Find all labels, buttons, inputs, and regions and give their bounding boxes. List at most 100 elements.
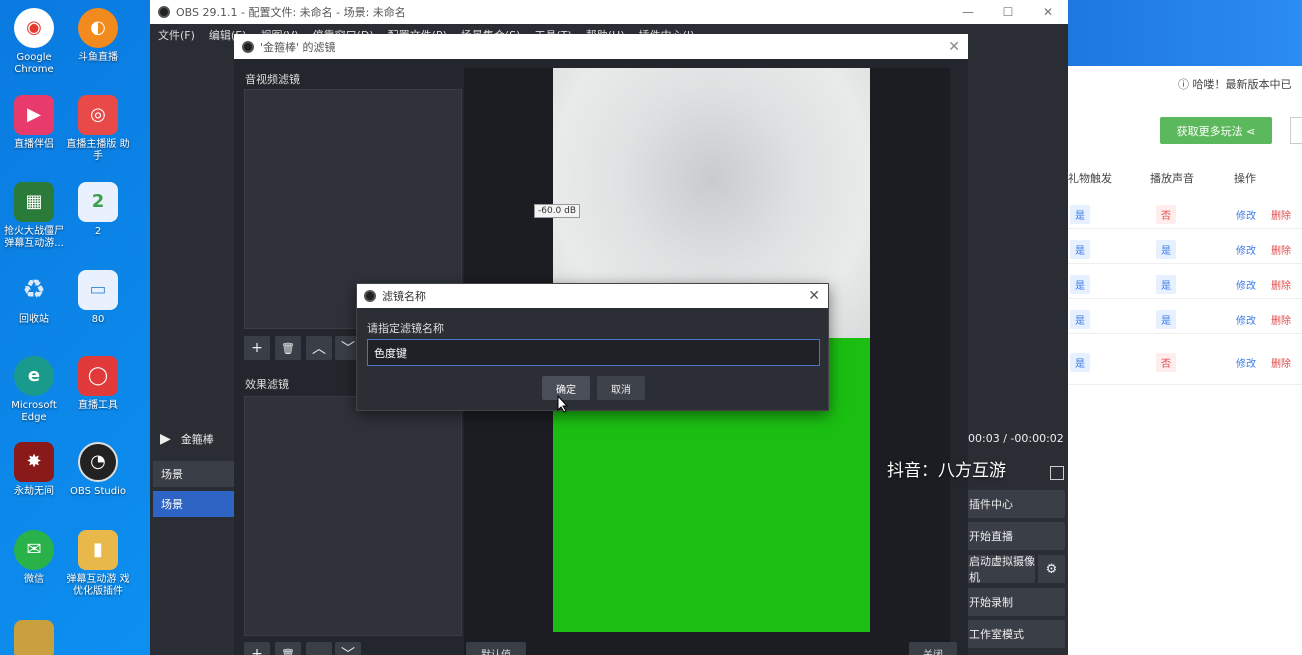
edit-link[interactable]: 修改: [1236, 312, 1256, 327]
get-more-button[interactable]: 获取更多玩法 ⋖: [1160, 117, 1272, 144]
desktop-icon-naraka[interactable]: ✸ 永劫无间: [0, 442, 68, 498]
desktop-icon-plugin-folder[interactable]: ▮ 弹幕互动游 戏优化版插件: [64, 530, 132, 598]
plugin-center-button[interactable]: 插件中心: [965, 490, 1065, 518]
live-tool-icon: ◯: [78, 356, 118, 396]
version-notice: ⓘ 哈喽！最新版本中已: [1178, 78, 1292, 91]
volume-db-label: -60.0 dB: [534, 204, 581, 218]
edit-link[interactable]: 修改: [1236, 355, 1256, 370]
audio-video-filters-label: 音视频滤镜: [245, 73, 300, 86]
naraka-icon: ✸: [14, 442, 54, 482]
desktop-icon-anchor-assistant[interactable]: ◎ 直播主播版 助手: [64, 95, 132, 163]
move-up-button[interactable]: ︿: [306, 336, 332, 360]
file-icon: 2: [78, 182, 118, 222]
dialog-title: 滤镜名称: [382, 290, 426, 303]
desktop-icon-wechat[interactable]: ✉ 微信: [0, 530, 68, 586]
obs-logo-icon: [242, 40, 254, 53]
live-companion-icon: ▶: [14, 95, 54, 135]
edge-button[interactable]: [1290, 117, 1302, 144]
desktop-icon-obs[interactable]: ◔ OBS Studio: [64, 442, 132, 498]
desktop-icon-recycle-bin[interactable]: ♻ 回收站: [0, 270, 68, 326]
maximize-button[interactable]: ☐: [988, 5, 1028, 19]
filters-title: '金箍棒' 的滤镜: [260, 40, 336, 54]
filter-name-dialog: 滤镜名称 ✕ 请指定滤镜名称 确定 取消: [356, 283, 829, 411]
table-row: 是 是 修改 删除: [1068, 265, 1302, 299]
gift-trigger-tag: 是: [1070, 310, 1090, 329]
effects-filters-label: 效果滤镜: [245, 378, 289, 391]
douyu-icon: ◐: [78, 8, 118, 48]
start-streaming-button[interactable]: 开始直播: [965, 522, 1065, 550]
dock-undock-icon[interactable]: [1050, 466, 1064, 480]
remove-effect-button[interactable]: 🗑: [275, 642, 301, 655]
studio-mode-button[interactable]: 工作室模式: [965, 620, 1065, 648]
desktop-icon-edge[interactable]: e Microsoft Edge: [0, 356, 68, 424]
close-icon[interactable]: ✕: [808, 288, 820, 304]
file-icon: ▭: [78, 270, 118, 310]
desktop-icon-label: 永劫无间: [14, 486, 54, 497]
desktop-icon-label: 弹幕互动游 戏优化版插件: [66, 574, 130, 597]
info-icon: ⓘ: [1178, 78, 1193, 91]
gear-icon[interactable]: ⚙: [1038, 555, 1065, 583]
source-row[interactable]: ▶ 金箍棒: [150, 426, 240, 452]
effect-down-button[interactable]: ﹀: [335, 642, 361, 655]
desktop-icon-live-tool[interactable]: ◯ 直播工具: [64, 356, 132, 412]
col-header-play-sound: 播放声音: [1150, 172, 1194, 185]
source-name: 金箍棒: [180, 433, 214, 446]
desktop-icon-douyu[interactable]: ◐ 斗鱼直播: [64, 8, 132, 64]
defaults-button[interactable]: 默认值: [466, 642, 526, 655]
delete-link[interactable]: 删除: [1271, 277, 1291, 292]
table-row: 是 否 修改 删除: [1068, 335, 1302, 385]
obs-logo-icon: [364, 290, 376, 302]
gift-trigger-tag: 是: [1070, 240, 1090, 259]
gift-trigger-tag: 是: [1070, 205, 1090, 224]
edit-link[interactable]: 修改: [1236, 207, 1256, 222]
dialog-prompt: 请指定滤镜名称: [367, 322, 444, 335]
folder-icon: ▮: [78, 530, 118, 570]
desktop-icon-chrome[interactable]: ◉ Google Chrome: [0, 8, 68, 76]
desktop-icon-game[interactable]: ▦ 抢火大战僵尸 弹幕互动游...: [0, 182, 68, 250]
table-row: 是 否 修改 删除: [1068, 195, 1302, 229]
desktop-icon-partial[interactable]: [14, 620, 54, 655]
close-filters-button[interactable]: 关闭: [909, 642, 957, 655]
edit-link[interactable]: 修改: [1236, 242, 1256, 257]
close-icon[interactable]: ✕: [948, 39, 960, 55]
desktop-icon-label: 直播伴侣: [14, 139, 54, 150]
effect-up-button[interactable]: ︿: [306, 642, 332, 655]
add-filter-button[interactable]: +: [244, 336, 270, 360]
desktop-icon-live-companion[interactable]: ▶ 直播伴侣: [0, 95, 68, 151]
game-icon: ▦: [14, 182, 54, 222]
play-icon: ▶: [160, 431, 171, 447]
start-virtual-camera-button[interactable]: 启动虚拟摄像机: [965, 555, 1035, 584]
table-row: 是 是 修改 删除: [1068, 230, 1302, 264]
edge-icon: e: [14, 356, 54, 396]
watermark: 抖音：八方互游: [887, 461, 1006, 481]
cancel-button[interactable]: 取消: [597, 376, 645, 400]
delete-link[interactable]: 删除: [1271, 312, 1291, 327]
desktop-icon-label: 2: [94, 226, 102, 237]
gift-trigger-tag: 是: [1070, 275, 1090, 294]
delete-link[interactable]: 删除: [1271, 242, 1291, 257]
remove-filter-button[interactable]: 🗑: [275, 336, 301, 360]
effects-filter-list[interactable]: [244, 396, 462, 636]
sound-tag: 是: [1156, 310, 1176, 329]
filter-name-input[interactable]: [367, 339, 820, 366]
delete-link[interactable]: 删除: [1271, 355, 1291, 370]
gift-trigger-tag: 是: [1070, 353, 1090, 372]
scene-item-selected[interactable]: 场景: [153, 491, 235, 517]
desktop-icon-label: 斗鱼直播: [78, 52, 118, 63]
chrome-icon: ◉: [14, 8, 54, 48]
close-button[interactable]: ✕: [1028, 5, 1068, 19]
add-effect-button[interactable]: +: [244, 642, 270, 655]
desktop-icon-file-80[interactable]: ▭ 80: [64, 270, 132, 326]
minimize-button[interactable]: —: [948, 5, 988, 19]
menu-file[interactable]: 文件(F): [158, 27, 195, 43]
delete-link[interactable]: 删除: [1271, 207, 1291, 222]
filters-titlebar: '金箍棒' 的滤镜 ✕: [234, 34, 968, 59]
wechat-icon: ✉: [14, 530, 54, 570]
desktop-icon-label: 回收站: [19, 314, 49, 325]
edit-link[interactable]: 修改: [1236, 277, 1256, 292]
start-recording-button[interactable]: 开始录制: [965, 588, 1065, 616]
desktop-icon-file-2[interactable]: 2 2: [64, 182, 132, 238]
scenes-header: 场景: [153, 461, 235, 487]
app-icon: [14, 620, 54, 655]
table-row: 是 是 修改 删除: [1068, 300, 1302, 334]
